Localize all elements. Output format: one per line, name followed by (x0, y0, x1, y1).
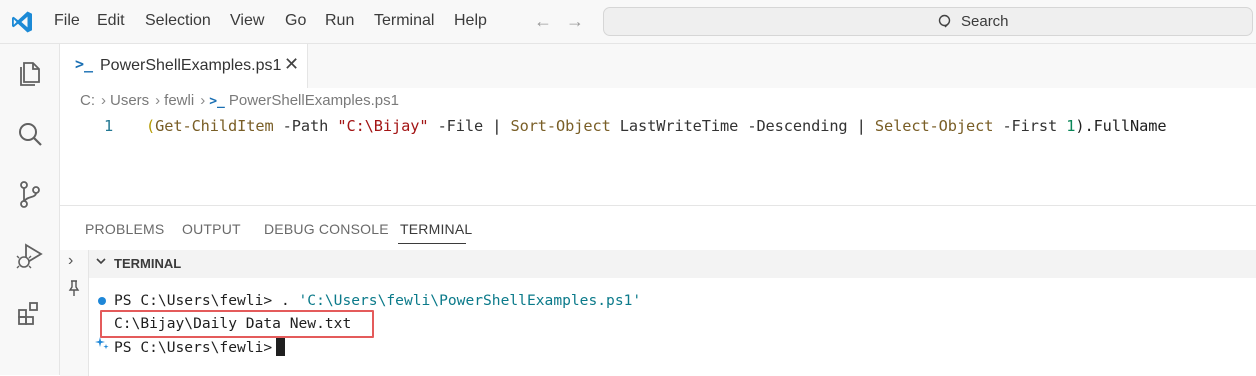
active-tab-indicator (398, 243, 466, 244)
vscode-logo-icon (12, 11, 32, 33)
powershell-file-icon: >_ (209, 94, 225, 109)
search-icon[interactable] (15, 119, 45, 149)
menu-selection[interactable]: Selection (145, 12, 211, 30)
search-label: Search (961, 13, 1009, 30)
menu-view[interactable]: View (230, 12, 264, 30)
breadcrumb-drive[interactable]: C: (80, 92, 95, 109)
terminal-command: . (280, 292, 299, 309)
breadcrumb-user[interactable]: fewli (164, 92, 194, 109)
terminal-command-arg: 'C:\Users\fewli\PowerShellExamples.ps1' (298, 292, 642, 309)
back-arrow-icon[interactable]: ← (534, 11, 552, 32)
menu-run[interactable]: Run (325, 12, 354, 30)
terminal-prompt: PS C:\Users\fewli> (114, 292, 281, 309)
menu-terminal[interactable]: Terminal (374, 12, 434, 30)
chevron-right-icon: › (200, 92, 206, 109)
run-and-debug-icon[interactable] (15, 240, 45, 270)
search-icon (938, 14, 951, 28)
terminal-line-3[interactable]: PS C:\Users\fewli> (114, 338, 286, 356)
terminal-prompt: PS C:\Users\fewli> (114, 339, 273, 356)
highlight-box (100, 310, 374, 338)
tab-terminal[interactable]: TERMINAL (400, 221, 472, 237)
menu-go[interactable]: Go (285, 12, 306, 30)
terminal-side-strip: › (60, 250, 89, 376)
editor-tabs: >_ PowerShellExamples.ps1 ✕ (60, 44, 1256, 88)
command-center-search[interactable]: Search (603, 7, 1253, 36)
explorer-files-icon[interactable] (15, 58, 45, 88)
activity-bar (0, 44, 60, 375)
tab-problems[interactable]: PROBLEMS (85, 221, 164, 237)
chevron-right-icon: › (101, 92, 106, 109)
extensions-icon[interactable] (15, 299, 45, 329)
menu-help[interactable]: Help (454, 12, 487, 30)
terminal-section-title: TERMINAL (114, 256, 182, 271)
close-icon[interactable]: ✕ (284, 54, 299, 75)
powershell-file-icon: >_ (75, 55, 94, 73)
command-status-dot[interactable] (98, 297, 106, 305)
tab-output[interactable]: OUTPUT (182, 221, 241, 237)
bottom-panel: PROBLEMS OUTPUT DEBUG CONSOLE TERMINAL ›… (60, 205, 1256, 376)
code-line[interactable]: 1 (Get-ChildItem -Path "C:\Bijay" -File … (60, 114, 1256, 138)
tab-debug-console[interactable]: DEBUG CONSOLE (264, 221, 389, 237)
chevron-down-icon (96, 258, 106, 265)
breadcrumb-users[interactable]: Users (110, 92, 149, 109)
terminal-line-1: PS C:\Users\fewli> . 'C:\Users\fewli\Pow… (114, 292, 641, 309)
chevron-right-icon: › (155, 92, 161, 109)
terminal-section-header[interactable]: TERMINAL (89, 250, 1256, 278)
pin-icon[interactable] (67, 279, 81, 297)
line-number: 1 (104, 117, 114, 135)
terminal-cursor (276, 338, 286, 356)
tab-label: PowerShellExamples.ps1 (100, 57, 282, 74)
code-text[interactable]: (Get-ChildItem -Path "C:\Bijay" -File | … (146, 117, 1167, 135)
sparkle-icon[interactable] (95, 336, 109, 350)
breadcrumb-file[interactable]: PowerShellExamples.ps1 (229, 92, 399, 109)
menu-edit[interactable]: Edit (97, 12, 125, 30)
tab-powershellexamples[interactable]: >_ PowerShellExamples.ps1 ✕ (60, 44, 308, 88)
breadcrumb: C: › Users › fewli › >_ PowerShellExamples.ps1 (80, 92, 403, 109)
menu-file[interactable]: File (54, 12, 80, 30)
title-bar: File Edit Selection View Go Run Terminal… (0, 0, 1256, 44)
forward-arrow-icon[interactable]: → (566, 11, 584, 32)
chevron-right-icon[interactable]: › (68, 252, 73, 270)
source-control-icon[interactable] (15, 179, 45, 209)
